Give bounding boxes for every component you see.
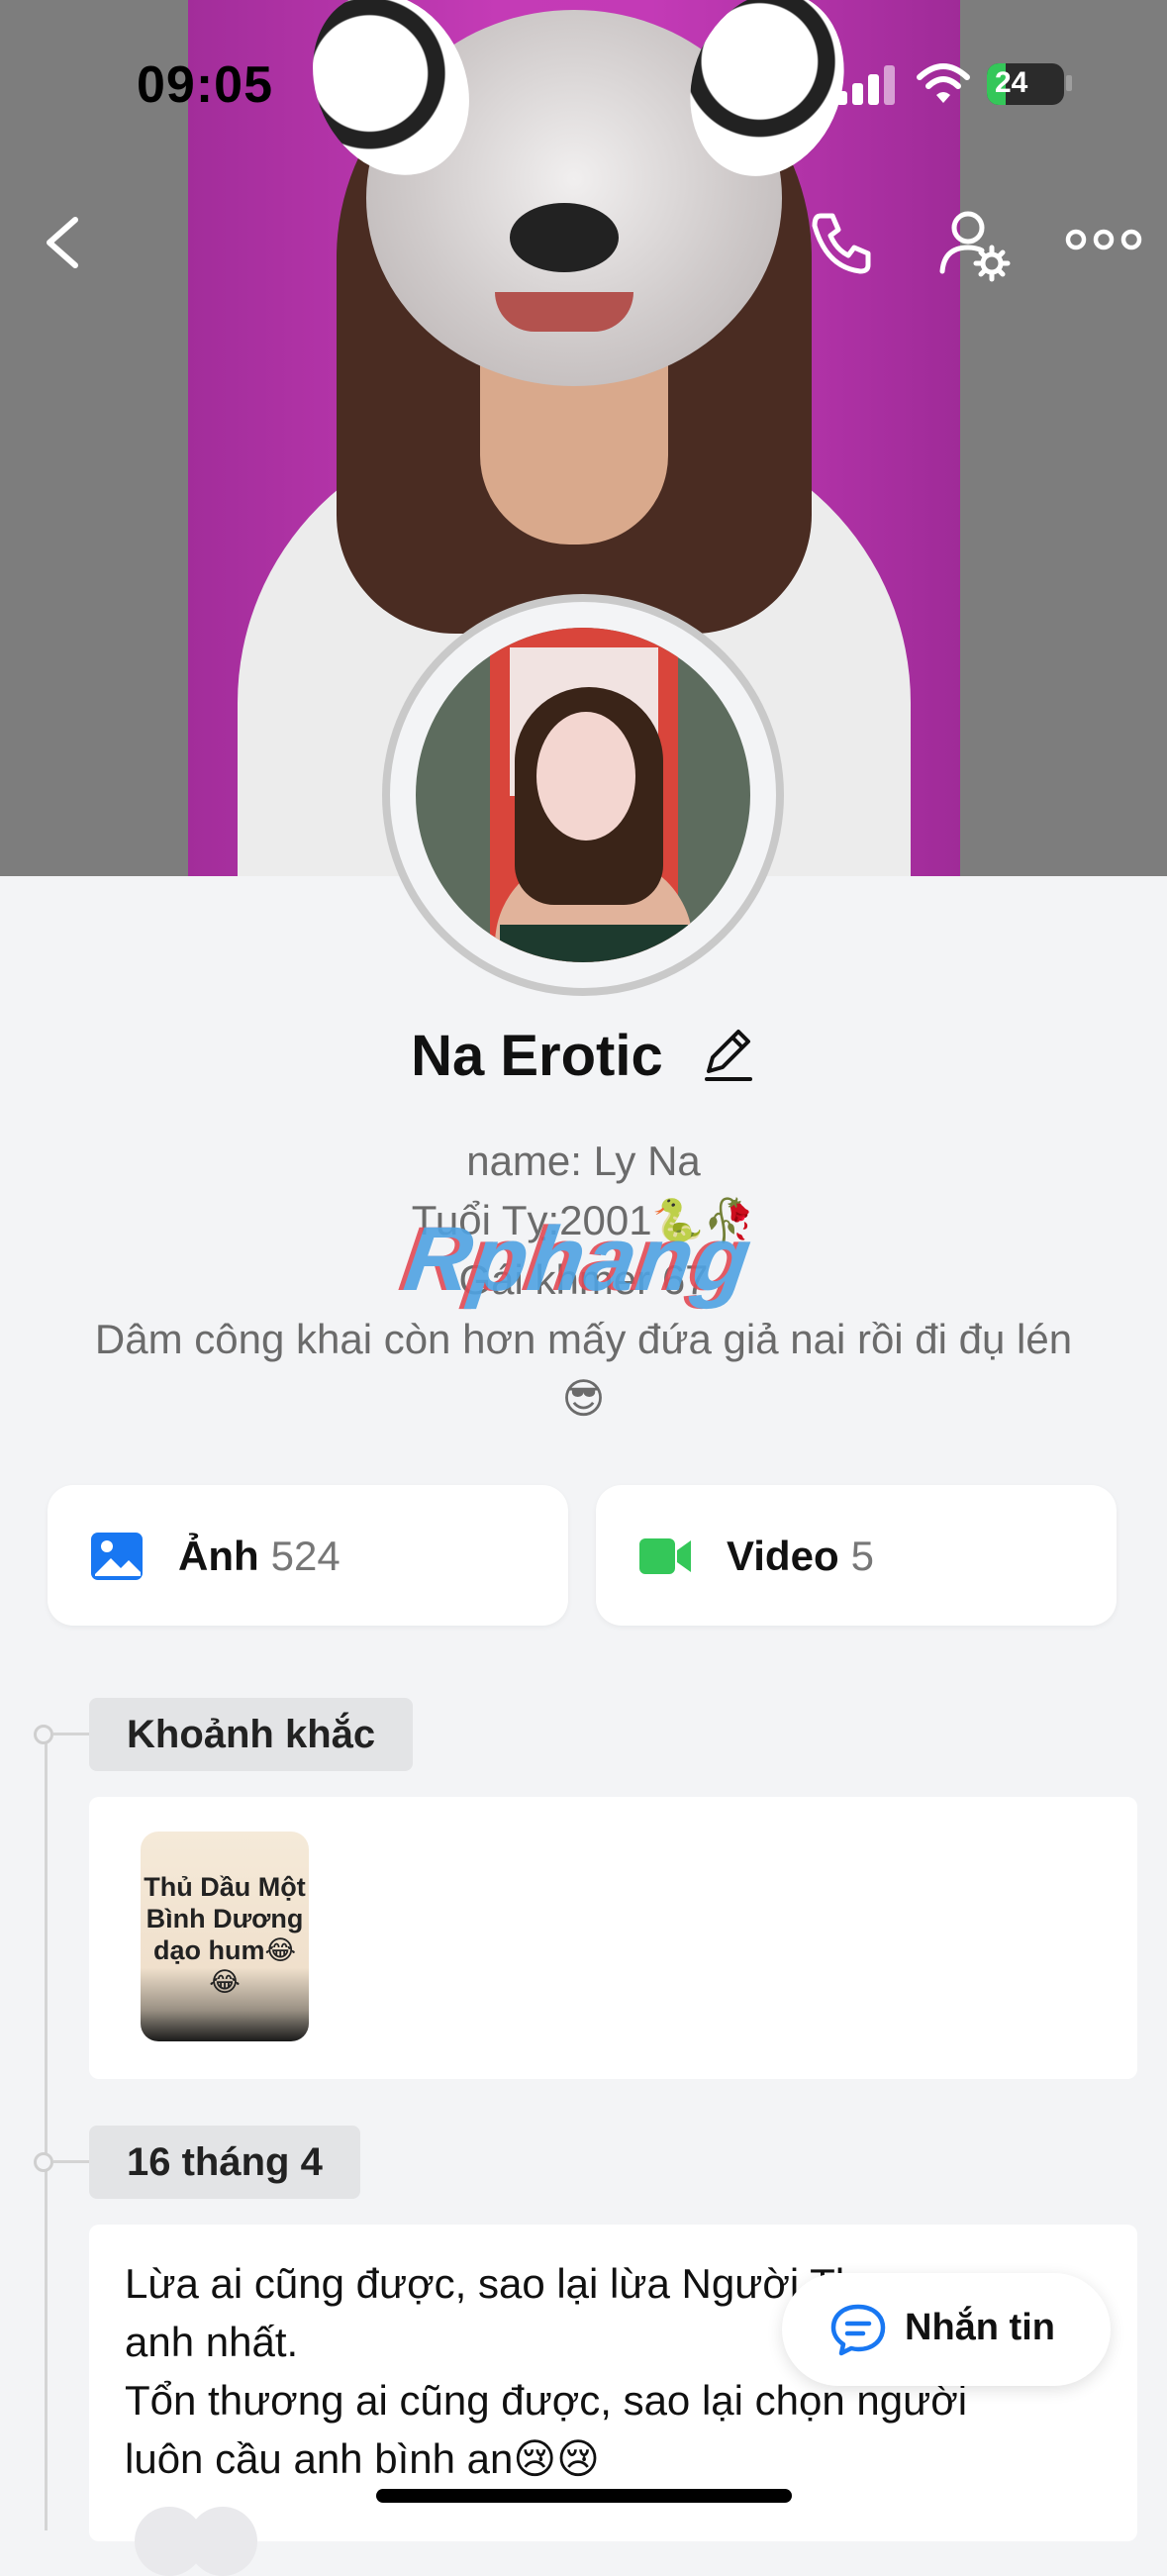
- timeline-dot: [34, 1725, 53, 1744]
- message-button[interactable]: Nhắn tin: [782, 2273, 1111, 2386]
- user-settings-icon[interactable]: [930, 198, 1020, 287]
- photos-count: 524: [270, 1533, 340, 1579]
- timeline-dot: [34, 2152, 53, 2172]
- profile-name: Na Erotic: [411, 1024, 663, 1088]
- post-date-header: 16 tháng 4: [89, 2126, 360, 2199]
- wifi-icon: [917, 63, 970, 103]
- photos-label: Ảnh: [178, 1533, 259, 1579]
- videos-card[interactable]: Video 5: [596, 1485, 1117, 1626]
- message-button-label: Nhắn tin: [905, 2307, 1055, 2348]
- videos-label: Video: [727, 1533, 839, 1579]
- dog-nose-filter: [510, 203, 619, 272]
- image-icon: [91, 1533, 143, 1580]
- videos-count: 5: [850, 1533, 874, 1579]
- chevron-left-icon[interactable]: [20, 198, 109, 287]
- home-indicator: [376, 2489, 792, 2503]
- moments-section: Thủ Dầu Một Bình Dương dạo hum😂😂: [89, 1797, 1137, 2079]
- pencil-icon[interactable]: [699, 1024, 756, 1081]
- status-time: 09:05: [137, 56, 273, 114]
- watermark-logo: Rphang: [398, 1209, 758, 1310]
- more-dots-icon[interactable]: [1059, 198, 1148, 287]
- moment-caption: Thủ Dầu Một Bình Dương dạo hum😂😂: [144, 1872, 306, 1997]
- avatar[interactable]: [416, 628, 750, 962]
- timeline-line: [45, 1734, 48, 2530]
- post-line: luôn cầu anh bình an😢😢: [125, 2435, 600, 2482]
- profile-name-row: Na Erotic: [0, 1023, 1167, 1089]
- video-camera-icon: [639, 1538, 691, 1574]
- phone-icon[interactable]: [797, 198, 886, 287]
- moments-header: Khoảnh khắc: [89, 1698, 414, 1771]
- photos-card[interactable]: Ảnh 524: [48, 1485, 568, 1626]
- bio-line: Dâm công khai còn hơn mấy đứa giả nai rồ…: [94, 1316, 1073, 1362]
- battery-icon: 24: [987, 63, 1064, 105]
- chat-bubble-icon: [830, 2304, 886, 2356]
- battery-percentage: 24: [995, 66, 1028, 99]
- moment-thumbnail[interactable]: Thủ Dầu Một Bình Dương dạo hum😂😂: [141, 1832, 309, 2041]
- cellular-signal-icon: [836, 65, 896, 105]
- bio-line: name: Ly Na: [466, 1138, 701, 1184]
- reaction-icon: [188, 2507, 257, 2576]
- bio-line: 😎: [561, 1375, 606, 1422]
